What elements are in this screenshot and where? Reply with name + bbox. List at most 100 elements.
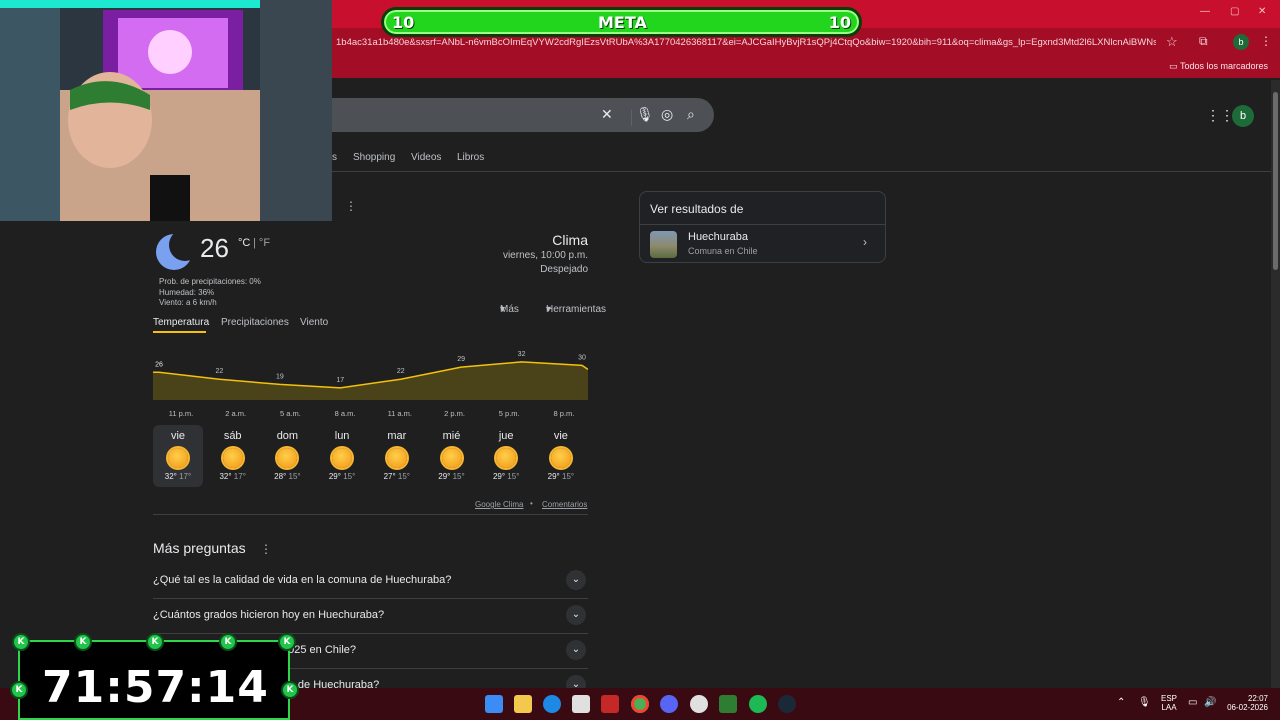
forecast-day[interactable]: mar 27° 15° xyxy=(372,425,422,487)
day-name: jue xyxy=(498,430,514,442)
tab-shopping[interactable]: Shopping xyxy=(353,152,395,163)
day-temps: 32° 17° xyxy=(208,472,258,481)
chart-x-tick-label: 5 a.m. xyxy=(280,409,301,418)
close-window-button[interactable]: ✕ xyxy=(1258,6,1266,17)
app-icon[interactable] xyxy=(601,695,619,713)
page-scrollbar[interactable] xyxy=(1271,80,1280,688)
chart-x-tick-label: 11 a.m. xyxy=(388,409,412,418)
sunny-icon xyxy=(496,448,517,468)
steam-icon[interactable] xyxy=(778,695,796,713)
weather-title: Clima xyxy=(552,232,588,248)
url-field[interactable]: 1b4ac31a1b480e&sxsrf=ANbL-n6vmBcOImEqVYW… xyxy=(336,37,1156,48)
spotify-icon[interactable] xyxy=(749,695,767,713)
low-temp: 15° xyxy=(507,472,520,481)
bookmark-star-icon[interactable]: ☆ xyxy=(1166,34,1178,50)
day-temps: 29° 15° xyxy=(481,472,531,481)
more-questions-title: Más preguntas xyxy=(153,540,246,556)
search-icon[interactable]: ⌕ xyxy=(687,106,695,123)
low-temp: 17° xyxy=(233,472,246,481)
all-bookmarks-link[interactable]: ▭ Todos los marcadores xyxy=(1169,61,1268,72)
tab-videos[interactable]: Videos xyxy=(411,152,441,163)
day-name: lun xyxy=(334,430,350,442)
low-temp: 15° xyxy=(562,472,575,481)
chevron-down-icon: ▾ xyxy=(500,304,506,315)
google-weather-link[interactable]: Google Clima xyxy=(475,500,523,509)
huechuraba-result[interactable]: Huechuraba Comuna en Chile › xyxy=(640,225,885,262)
volume-icon[interactable]: 🔊 xyxy=(1204,697,1216,708)
forecast-day[interactable]: sáb 32° 17° xyxy=(208,425,258,487)
all-bookmarks-label: Todos los marcadores xyxy=(1179,61,1268,71)
sunny-icon xyxy=(332,448,353,468)
question-item[interactable]: ¿Qué tal es la calidad de vida en la com… xyxy=(153,564,588,599)
voice-search-icon[interactable]: 🎙 xyxy=(636,106,654,123)
chart-x-tick-label: 2 p.m. xyxy=(444,409,465,418)
chart-data-label: 32 xyxy=(518,351,526,358)
minecraft-icon[interactable] xyxy=(719,695,737,713)
forecast-day[interactable]: mié 29° 15° xyxy=(427,425,477,487)
chart-data-label: 26 xyxy=(155,361,163,368)
feedback-link[interactable]: Comentarios xyxy=(542,500,587,509)
browser-menu-icon[interactable]: ⋮ xyxy=(1260,34,1272,48)
tab-partial[interactable]: s xyxy=(332,152,337,163)
store-icon[interactable] xyxy=(572,695,590,713)
tray-chevron-icon[interactable]: ⌃ xyxy=(1117,697,1125,708)
minimize-button[interactable]: — xyxy=(1200,6,1210,17)
scrollbar-thumb[interactable] xyxy=(1273,92,1278,270)
day-temps: 27° 15° xyxy=(372,472,422,481)
forecast-day[interactable]: dom 28° 15° xyxy=(262,425,312,487)
account-avatar[interactable]: b xyxy=(1232,105,1254,127)
tab-temperatura[interactable]: Temperatura xyxy=(153,317,209,328)
stream-timer: 71:57:14 xyxy=(18,640,290,720)
active-tab-indicator xyxy=(153,331,206,333)
more-questions-options-icon[interactable]: ⋮ xyxy=(260,542,272,556)
meta-right-value: 10 xyxy=(828,13,851,32)
unit-fahrenheit[interactable]: | °F xyxy=(253,237,270,249)
network-icon[interactable]: ▭ xyxy=(1188,697,1197,708)
question-item[interactable]: ¿Cuántos grados hicieron hoy en Huechura… xyxy=(153,599,588,634)
unit-celsius[interactable]: °C xyxy=(238,237,250,249)
microphone-icon[interactable]: 🎙 xyxy=(1138,697,1151,708)
language-indicator[interactable]: ESP LAA xyxy=(1161,694,1177,712)
temperature-chart: 26 11 p.m. 22 2 a.m. 19 5 a.m. 17 8 a.m. 22 11 a.… xyxy=(153,351,588,418)
tab-libros[interactable]: Libros xyxy=(457,152,484,163)
obs-icon[interactable] xyxy=(690,695,708,713)
start-icon[interactable] xyxy=(485,695,503,713)
tab-precipitaciones[interactable]: Precipitaciones xyxy=(221,317,289,328)
sunny-icon xyxy=(168,448,188,468)
clear-search-icon[interactable]: ✕ xyxy=(601,106,613,123)
day-temps: 32° 17° xyxy=(153,472,203,481)
profile-avatar[interactable]: b xyxy=(1233,34,1249,50)
tab-viento[interactable]: Viento xyxy=(300,317,328,328)
chevron-down-icon[interactable]: ⌄ xyxy=(566,605,586,625)
chevron-down-icon[interactable]: ⌄ xyxy=(566,570,586,590)
discord-icon[interactable] xyxy=(660,695,678,713)
more-options-icon[interactable]: ⋮ xyxy=(345,199,357,213)
high-temp: 29° xyxy=(547,472,560,481)
precipitation-text: Prob. de precipitaciones: 0% xyxy=(159,277,261,286)
tab-herramientas-label: Herramientas xyxy=(546,304,607,315)
chrome-icon[interactable] xyxy=(631,695,649,713)
file-explorer-icon[interactable] xyxy=(514,695,532,713)
clock[interactable]: 22:07 06-02-2026 xyxy=(1226,694,1268,712)
current-temperature: 26 xyxy=(200,233,229,263)
see-results-panel: Ver resultados de Huechuraba Comuna en C… xyxy=(639,191,886,263)
forecast-day[interactable]: vie 32° 17° xyxy=(153,425,203,487)
high-temp: 28° xyxy=(274,472,287,481)
sunny-icon xyxy=(277,448,298,468)
extensions-icon[interactable]: ⧉ xyxy=(1199,34,1208,49)
forecast-day[interactable]: jue 29° 15° xyxy=(481,425,531,487)
apps-grid-icon[interactable]: ⋮⋮ xyxy=(1206,107,1234,124)
forecast-day[interactable]: lun 29° 15° xyxy=(317,425,367,487)
forecast-day[interactable]: vie 29° 15° xyxy=(536,425,586,487)
chart-x-tick-label: 8 p.m. xyxy=(553,409,574,418)
day-temps: 29° 15° xyxy=(317,472,367,481)
edge-icon[interactable] xyxy=(543,695,561,713)
maximize-button[interactable]: ▢ xyxy=(1230,6,1239,17)
kick-badge-icon: K xyxy=(281,681,299,699)
chevron-down-icon[interactable]: ⌄ xyxy=(566,640,586,660)
clock-date: 06-02-2026 xyxy=(1227,703,1268,712)
search-input[interactable] xyxy=(320,98,714,132)
sunny-icon xyxy=(441,448,462,468)
chevron-down-icon[interactable]: ⌄ xyxy=(566,675,586,688)
lens-search-icon[interactable]: ◎ xyxy=(661,106,673,123)
